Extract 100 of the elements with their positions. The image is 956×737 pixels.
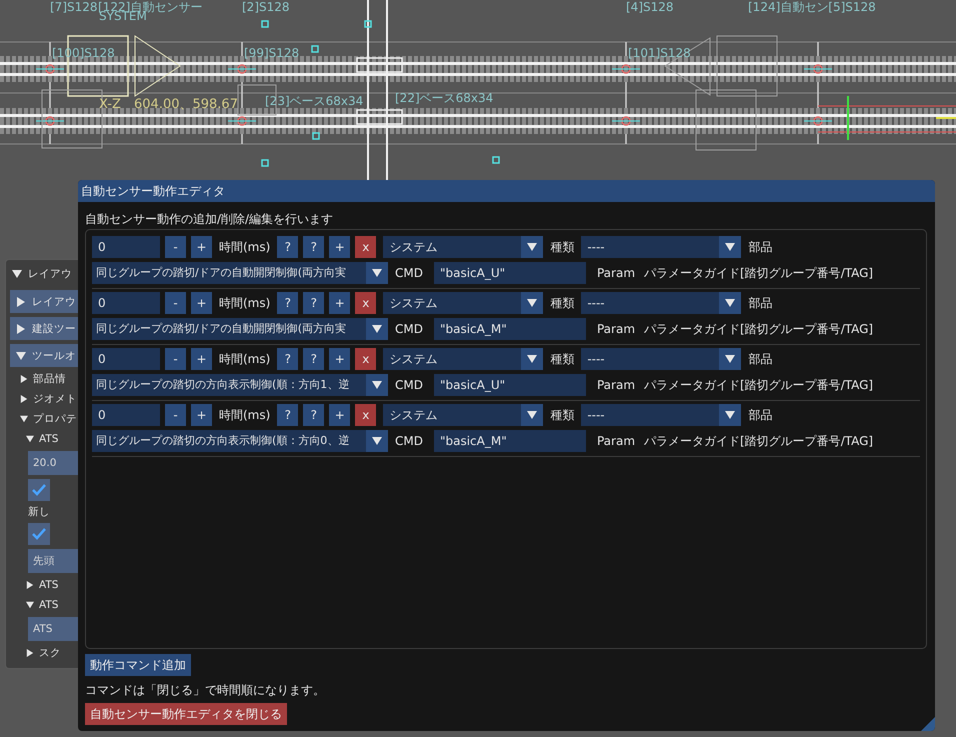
- parameter-guide: パラメータガイド[踏切グループ番号/TAG]: [643, 432, 874, 450]
- tree-node[interactable]: ATS: [22, 597, 78, 613]
- collapsed-arrow-icon: [26, 649, 34, 657]
- field-label: Param: [596, 322, 636, 336]
- note-text: コマンドは「閉じる」で時間順になります。: [85, 682, 325, 699]
- dropdown[interactable]: ----: [581, 292, 742, 314]
- tool-button[interactable]: ?: [303, 292, 324, 314]
- panel-title: レイアウ: [28, 267, 72, 281]
- step-button[interactable]: +: [191, 292, 212, 314]
- command-field[interactable]: "basicA_U": [434, 374, 586, 396]
- dropdown[interactable]: システム: [383, 236, 544, 258]
- step-button[interactable]: +: [191, 236, 212, 258]
- tree-node[interactable]: 部品情: [16, 371, 78, 387]
- tool-button[interactable]: +: [329, 404, 350, 426]
- caret-icon: [372, 380, 382, 390]
- section-header[interactable]: 建設ツー: [10, 317, 78, 340]
- caret-icon: [527, 410, 538, 420]
- dropdown[interactable]: 同じグループの踏切/ドアの自動開閉制御(両方向実: [92, 318, 388, 340]
- track-label: [7]S128: [50, 0, 98, 14]
- dropdown[interactable]: システム: [383, 348, 544, 370]
- add-command-button[interactable]: 動作コマンド追加: [85, 654, 191, 676]
- field-label: 部品: [747, 238, 774, 256]
- delete-button[interactable]: x: [355, 348, 376, 370]
- dropdown[interactable]: ----: [581, 404, 742, 426]
- field-label: Param: [596, 266, 636, 280]
- time-field[interactable]: 0: [92, 404, 160, 426]
- track-label: [2]S128: [242, 0, 290, 14]
- caret-icon: [725, 354, 736, 364]
- command-field[interactable]: "basicA_U": [434, 262, 586, 284]
- tool-button[interactable]: +: [329, 236, 350, 258]
- tool-button[interactable]: ?: [303, 404, 324, 426]
- collapsed-arrow-icon: [16, 296, 26, 306]
- step-button[interactable]: -: [165, 292, 186, 314]
- command-field[interactable]: "basicA_M": [434, 318, 586, 340]
- parameter-guide: パラメータガイド[踏切グループ番号/TAG]: [643, 264, 874, 282]
- time-field[interactable]: 0: [92, 292, 160, 314]
- expanded-arrow-icon: [26, 601, 34, 609]
- dropdown[interactable]: 同じグループの踏切の方向表示制御(順：方向1、逆: [92, 374, 388, 396]
- tree-node[interactable]: ジオメト: [16, 391, 78, 407]
- dropdown[interactable]: システム: [383, 292, 544, 314]
- field-label: 種類: [549, 406, 576, 424]
- dropdown[interactable]: 同じグループの踏切の方向表示制御(順：方向0、逆: [92, 430, 388, 452]
- resize-grip-icon[interactable]: [921, 717, 935, 731]
- tool-button[interactable]: +: [329, 292, 350, 314]
- tool-button[interactable]: ?: [277, 404, 298, 426]
- track-label: [4]S128: [626, 0, 674, 14]
- field-label: 種類: [549, 294, 576, 312]
- tool-button[interactable]: ?: [277, 348, 298, 370]
- section-header[interactable]: ツールオ: [10, 344, 78, 367]
- step-button[interactable]: -: [165, 404, 186, 426]
- caret-icon: [725, 298, 736, 308]
- field-label: Param: [596, 434, 636, 448]
- tree-node[interactable]: ATS: [22, 577, 78, 593]
- delete-button[interactable]: x: [355, 236, 376, 258]
- dropdown[interactable]: 同じグループの踏切/ドアの自動開閉制御(両方向実: [92, 262, 388, 284]
- field-label: 時間(ms): [218, 238, 272, 256]
- time-field[interactable]: 0: [92, 348, 160, 370]
- step-button[interactable]: -: [165, 348, 186, 370]
- track-label: [22]ベース68x34: [395, 91, 494, 105]
- caret-icon: [372, 268, 382, 278]
- tree-node[interactable]: ATS: [22, 431, 78, 447]
- step-button[interactable]: +: [191, 404, 212, 426]
- caret-icon: [372, 436, 382, 446]
- field-label: 時間(ms): [218, 350, 272, 368]
- tool-button[interactable]: ?: [277, 236, 298, 258]
- field-label: 部品: [747, 294, 774, 312]
- dialog-title: 自動センサー動作エディタ: [78, 180, 935, 202]
- caret-icon: [527, 242, 538, 252]
- track-label: [124]自動セン[5]S128: [748, 0, 876, 14]
- tree-node[interactable]: スク: [22, 645, 78, 661]
- caret-icon: [725, 410, 736, 420]
- tool-button[interactable]: ?: [303, 348, 324, 370]
- dropdown[interactable]: 先頭: [28, 549, 78, 573]
- time-field[interactable]: 0: [92, 236, 160, 258]
- dropdown[interactable]: ----: [581, 236, 742, 258]
- section-header[interactable]: レイアウ: [10, 290, 78, 313]
- dropdown[interactable]: ----: [581, 348, 742, 370]
- parameter-guide: パラメータガイド[踏切グループ番号/TAG]: [643, 376, 874, 394]
- editor-button[interactable]: ATS: [28, 617, 78, 641]
- checkbox[interactable]: [28, 523, 50, 545]
- tool-button[interactable]: ?: [303, 236, 324, 258]
- delete-button[interactable]: x: [355, 292, 376, 314]
- tool-button[interactable]: ?: [277, 292, 298, 314]
- expanded-arrow-icon: [16, 350, 26, 360]
- caret-icon: [527, 298, 538, 308]
- dropdown[interactable]: システム: [383, 404, 544, 426]
- collapsed-arrow-icon: [20, 395, 28, 403]
- number-field[interactable]: 20.0: [28, 451, 78, 475]
- check-icon: [32, 528, 46, 540]
- tool-button[interactable]: +: [329, 348, 350, 370]
- command-field[interactable]: "basicA_M": [434, 430, 586, 452]
- close-editor-button[interactable]: 自動センサー動作エディタを閉じる: [85, 703, 287, 725]
- step-button[interactable]: -: [165, 236, 186, 258]
- tree-node[interactable]: プロパテ: [16, 411, 78, 427]
- field-label: CMD: [394, 378, 424, 392]
- step-button[interactable]: +: [191, 348, 212, 370]
- delete-button[interactable]: x: [355, 404, 376, 426]
- field-label: 種類: [549, 238, 576, 256]
- checkbox[interactable]: [28, 479, 50, 501]
- field-label: CMD: [394, 322, 424, 336]
